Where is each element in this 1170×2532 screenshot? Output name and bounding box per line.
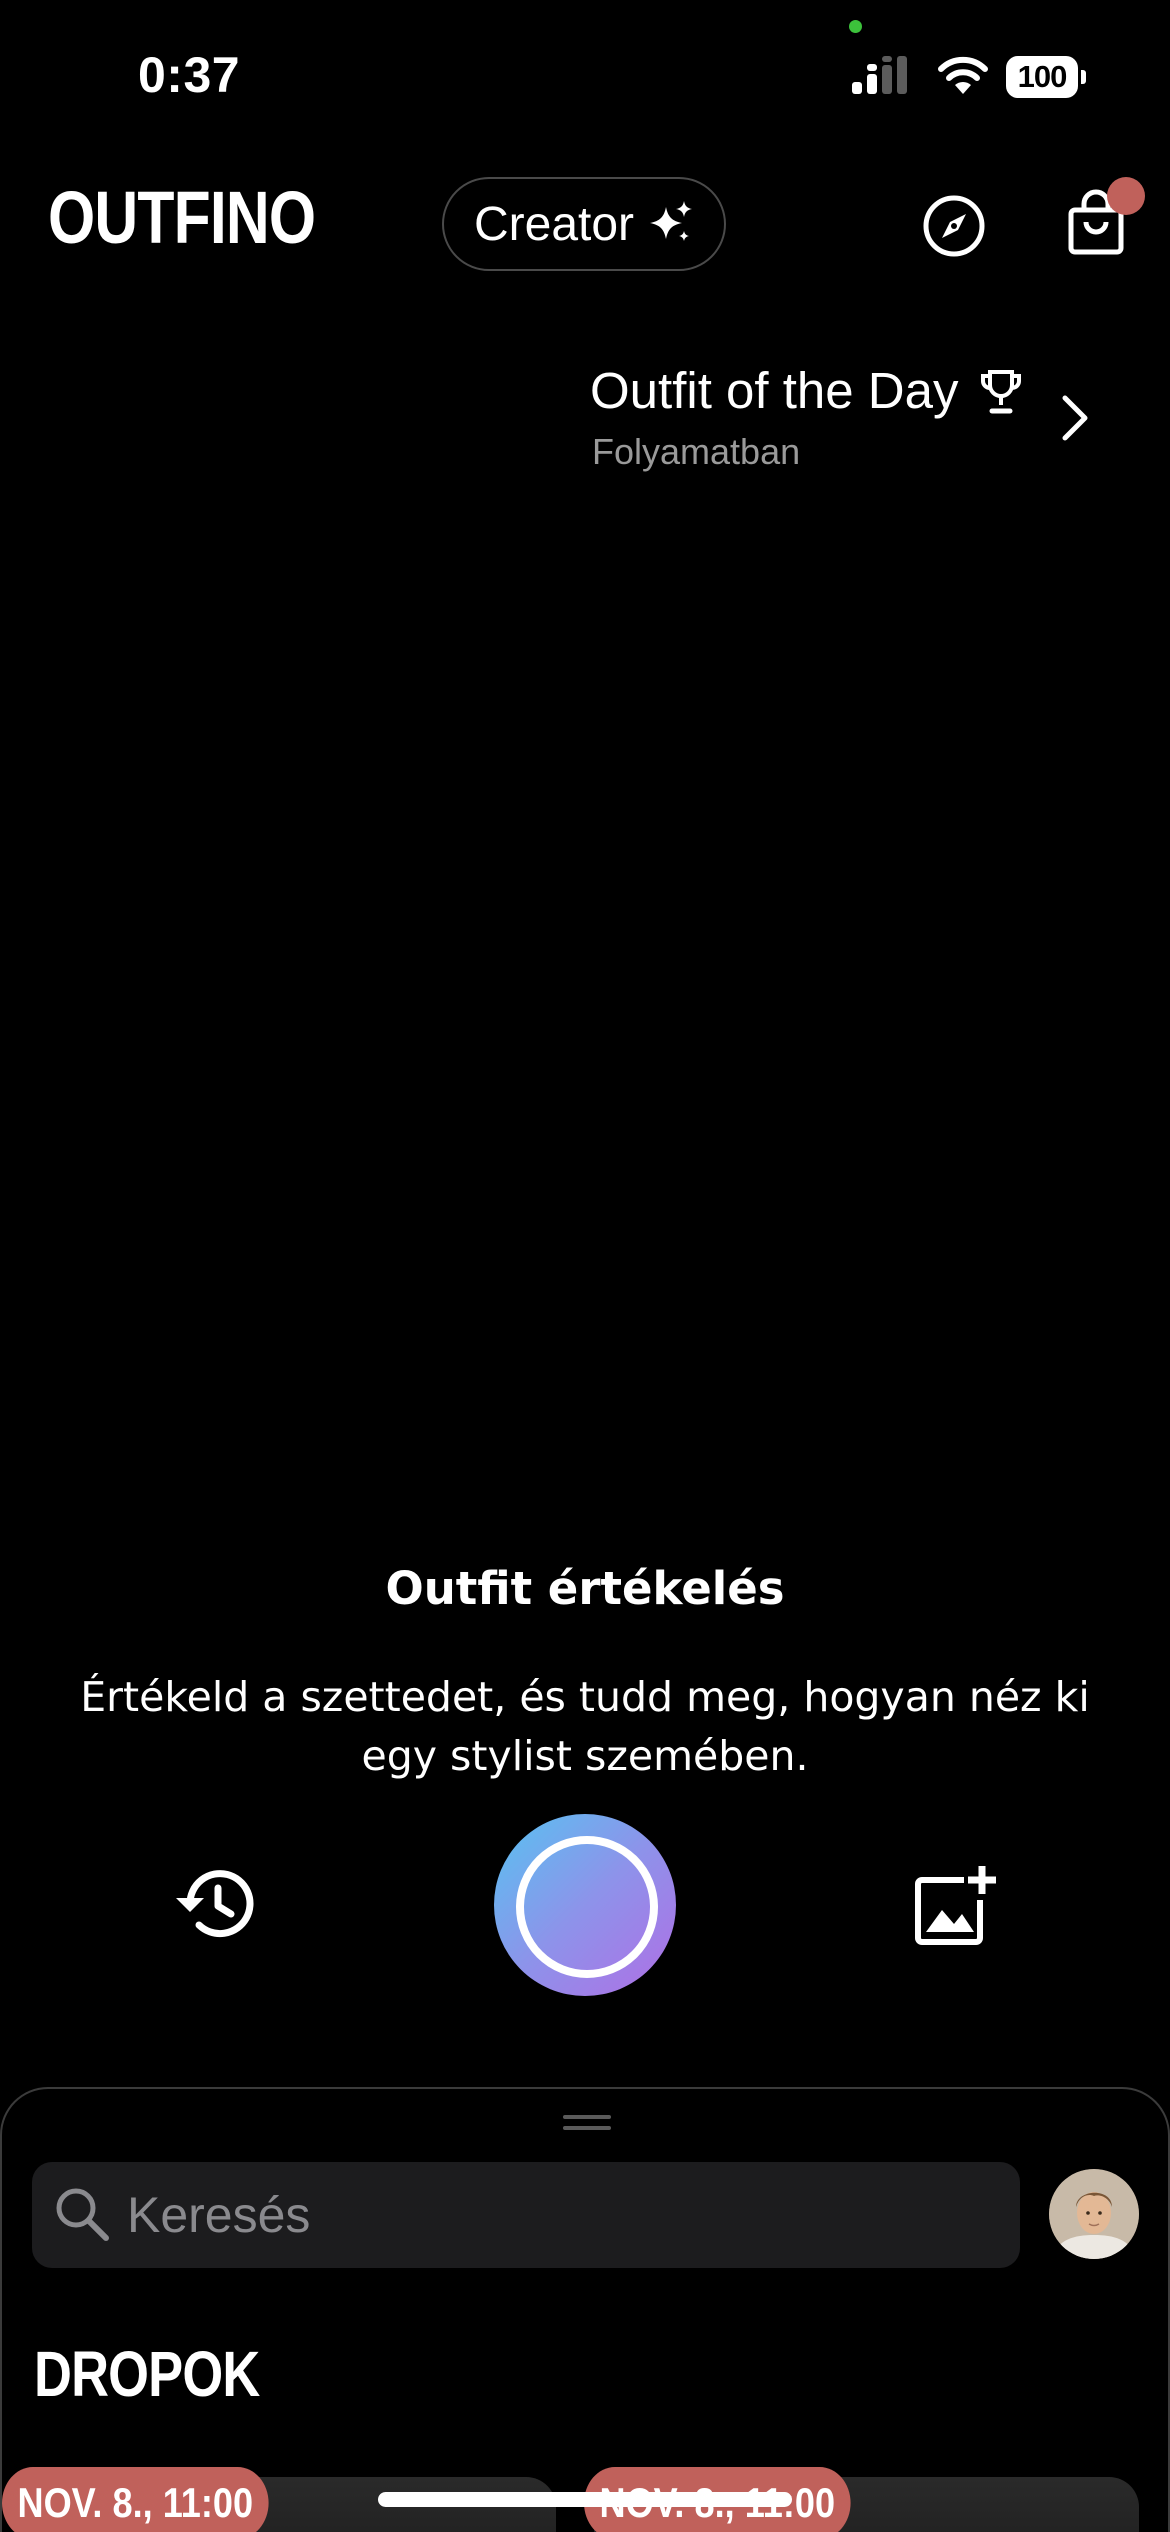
home-indicator[interactable] bbox=[378, 2492, 792, 2507]
brand-logo: OUTFINO bbox=[48, 176, 316, 259]
creator-label: Creator bbox=[473, 197, 635, 251]
cart-notification-badge bbox=[1107, 177, 1145, 215]
search-bar[interactable] bbox=[32, 2162, 1020, 2268]
battery-level: 100 bbox=[1017, 59, 1068, 94]
creator-button[interactable]: Creator bbox=[442, 177, 726, 271]
section-title-drops: DROPOK bbox=[34, 2338, 260, 2410]
wifi-icon bbox=[938, 56, 988, 94]
rating-title: Outfit értékelés bbox=[385, 1562, 785, 1615]
chevron-right-icon bbox=[1062, 395, 1088, 441]
sparkles-icon bbox=[650, 201, 693, 241]
rating-description: Értékeld a szettedet, és tudd meg, hogya… bbox=[80, 1673, 1090, 1780]
sheet-grab-handle[interactable] bbox=[563, 2115, 611, 2131]
search-input[interactable] bbox=[127, 2162, 997, 2268]
ootd-status: Folyamatban bbox=[592, 431, 801, 472]
privacy-indicator-dot bbox=[849, 20, 862, 33]
screen: 0:37 100 OUTFINO Creator Outfit of the D… bbox=[0, 0, 1170, 2532]
compass-icon[interactable] bbox=[922, 194, 986, 258]
trophy-icon bbox=[981, 370, 1021, 414]
outfit-of-the-day-link[interactable]: Outfit of the Day Folyamatban bbox=[590, 355, 1130, 475]
search-icon bbox=[56, 2188, 109, 2241]
capture-ring bbox=[516, 1836, 658, 1978]
signal-icon bbox=[852, 56, 907, 94]
avatar[interactable] bbox=[1049, 2169, 1139, 2259]
capture-button[interactable] bbox=[494, 1814, 676, 1996]
drop-date-badge: NOV. 8., 11:00 bbox=[2, 2467, 269, 2532]
bottom-sheet[interactable]: DROPOK bbox=[0, 2087, 1170, 2532]
ootd-title: Outfit of the Day bbox=[590, 362, 959, 419]
add-photo-icon[interactable] bbox=[914, 1866, 998, 1946]
history-icon[interactable] bbox=[170, 1864, 254, 1944]
battery-icon: 100 bbox=[1006, 56, 1086, 98]
status-time: 0:37 bbox=[138, 47, 241, 103]
